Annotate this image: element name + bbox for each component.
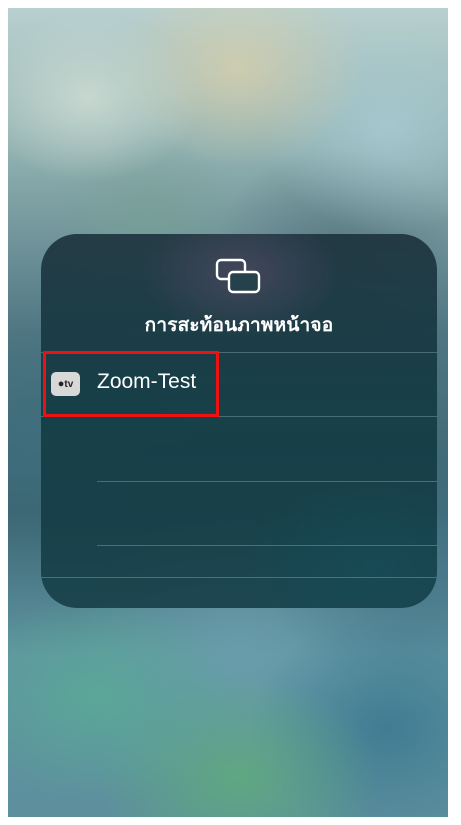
divider bbox=[41, 577, 437, 578]
divider bbox=[97, 545, 437, 546]
highlight-box bbox=[43, 351, 219, 417]
panel-title: การสะท้อนภาพหน้าจอ bbox=[144, 314, 334, 336]
screen-mirroring-icon bbox=[215, 258, 261, 294]
divider bbox=[97, 481, 437, 482]
panel-header: การสะท้อนภาพหน้าจอ bbox=[41, 234, 437, 352]
screen-mirroring-panel: การสะท้อนภาพหน้าจอ ●tv Zoom-Test bbox=[41, 234, 437, 608]
blurred-home-screen-background: การสะท้อนภาพหน้าจอ ●tv Zoom-Test bbox=[8, 8, 448, 817]
